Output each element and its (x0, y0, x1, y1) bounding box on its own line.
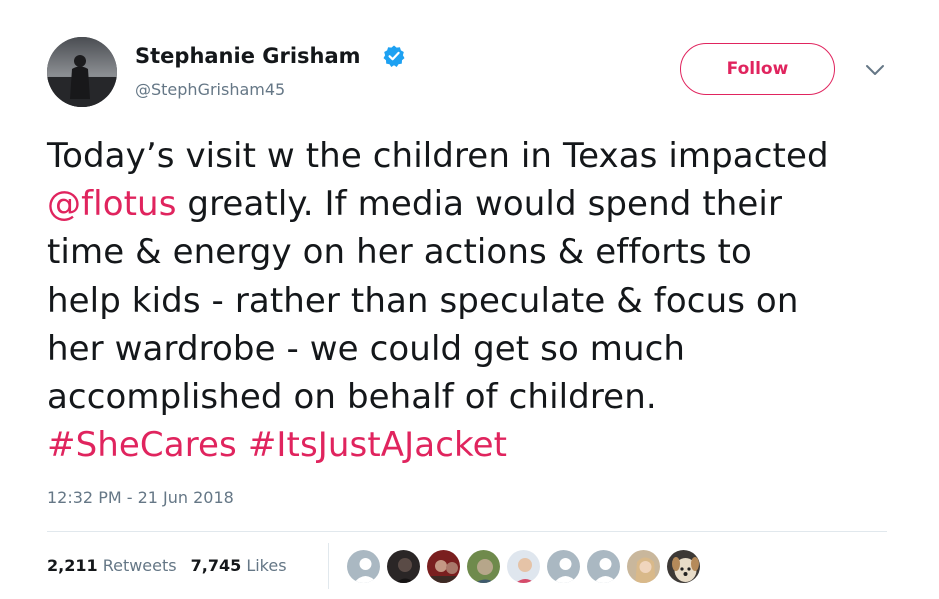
liker-avatar[interactable] (585, 548, 622, 585)
tweet-line: help kids - rather than speculate & focu… (47, 280, 799, 321)
retweets-stat[interactable]: 2,211 Retweets (47, 556, 177, 575)
profile-photo-icon (627, 550, 660, 583)
default-avatar-icon (587, 550, 620, 583)
profile-photo-icon (47, 37, 117, 107)
likes-label: Likes (246, 556, 287, 575)
tweet-line: #SheCares #ItsJustAJacket (47, 421, 907, 469)
tweet-text: Today’s visit w the children in Texas im… (47, 132, 907, 469)
liker-avatar[interactable] (505, 548, 542, 585)
profile-photo-icon (427, 550, 460, 583)
retweets-count: 2,211 (47, 556, 98, 575)
tweet-card: Stephanie Grisham @StephGrisham45 Follow… (0, 0, 939, 599)
tweet-line-text: greatly. If media would spend their (176, 184, 783, 225)
tweet-line: @flotus greatly. If media would spend th… (47, 180, 907, 228)
mention-link[interactable]: @flotus (47, 184, 177, 224)
profile-photo-icon (507, 550, 540, 583)
author-avatar[interactable] (47, 37, 117, 107)
liker-avatar[interactable] (545, 548, 582, 585)
profile-photo-icon (467, 550, 500, 583)
author-handle[interactable]: @StephGrisham45 (135, 80, 285, 99)
tweet-line: time & energy on her actions & efforts t… (47, 232, 752, 273)
chevron-down-icon[interactable] (864, 63, 886, 77)
tweet-timestamp[interactable]: 12:32 PM - 21 Jun 2018 (47, 488, 234, 507)
retweets-label: Retweets (102, 556, 177, 575)
liker-avatar[interactable] (425, 548, 462, 585)
engagement-stats: 2,211 Retweets 7,745 Likes (47, 556, 287, 575)
tweet-line: accomplished on behalf of children. (47, 377, 657, 418)
default-avatar-icon (347, 550, 380, 583)
default-avatar-icon (547, 550, 580, 583)
likes-stat[interactable]: 7,745 Likes (191, 556, 287, 575)
tweet-line: Today’s visit w the children in Texas im… (47, 136, 829, 176)
liker-avatar[interactable] (665, 548, 702, 585)
follow-button[interactable]: Follow (680, 43, 835, 95)
profile-photo-icon (387, 550, 420, 583)
hashtag-link[interactable]: #SheCares (47, 425, 237, 465)
profile-photo-icon (667, 550, 700, 583)
tweet-line: her wardrobe - we could get so much (47, 328, 686, 369)
author-display-name[interactable]: Stephanie Grisham (135, 44, 361, 68)
liker-avatar[interactable] (345, 548, 382, 585)
hashtag-link[interactable]: #ItsJustAJacket (248, 425, 507, 465)
liker-avatar[interactable] (465, 548, 502, 585)
liker-avatar[interactable] (385, 548, 422, 585)
stats-divider (328, 543, 329, 589)
verified-badge-icon (383, 45, 405, 67)
liker-avatar[interactable] (625, 548, 662, 585)
likes-count: 7,745 (190, 556, 242, 575)
divider (47, 531, 887, 532)
